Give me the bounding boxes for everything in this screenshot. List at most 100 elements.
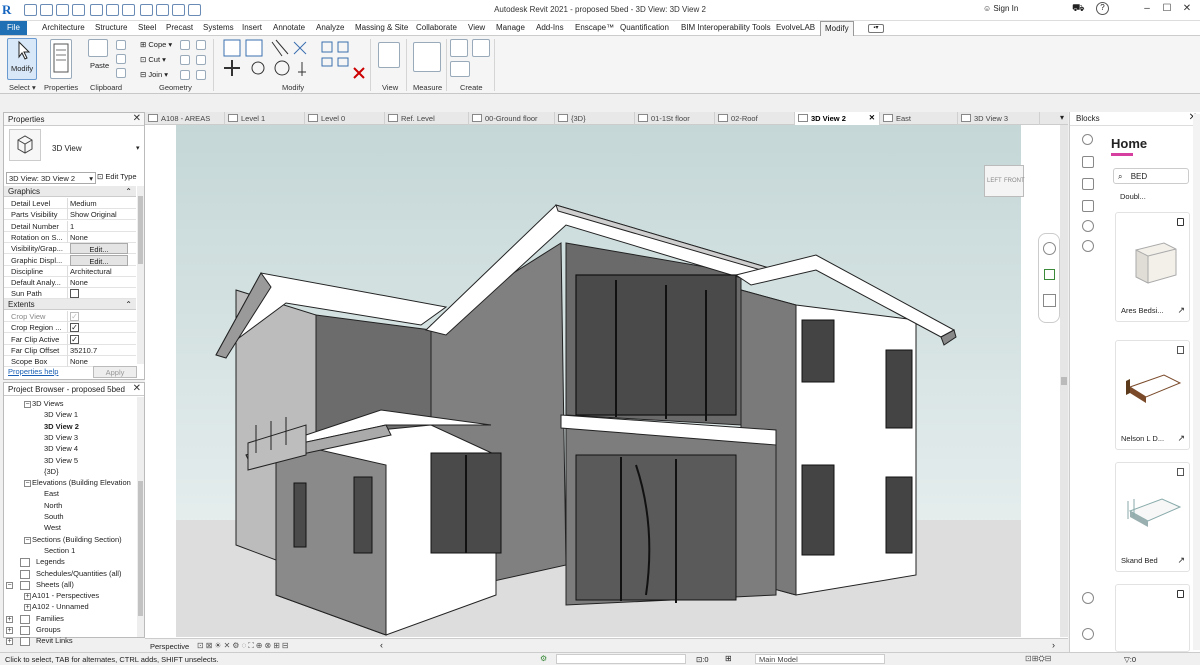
property-row[interactable]: Detail Number 1 [4, 220, 136, 232]
tab-collaborate[interactable]: Collaborate [416, 23, 457, 32]
tree-item[interactable]: 3D View 2 [44, 422, 79, 431]
history-icon[interactable] [1082, 220, 1094, 232]
wall-joins-icon[interactable] [180, 40, 190, 50]
property-value[interactable]: None [67, 277, 136, 289]
property-value[interactable]: Architectural [67, 265, 136, 277]
cope-button[interactable]: ⊞ Cope ▾ [140, 40, 172, 49]
property-row[interactable]: Discipline Architectural [4, 265, 136, 277]
property-row[interactable]: Far Clip Active ✓ [4, 333, 136, 345]
tab-precast[interactable]: Precast [166, 23, 193, 32]
cut-button[interactable]: ⊡ Cut ▾ [140, 55, 166, 64]
tab-systems[interactable]: Systems [203, 23, 234, 32]
edit-button[interactable]: Edit... [70, 254, 128, 266]
blocks-scrollbar[interactable] [1193, 114, 1200, 650]
library-icon[interactable] [1082, 178, 1094, 190]
scroll-right-icon[interactable]: › [1052, 640, 1055, 650]
block-card-ares[interactable]: Ares Bedsi... ↗ [1115, 212, 1190, 322]
property-value[interactable]: 1 [67, 220, 136, 232]
type-properties-button[interactable] [50, 39, 72, 79]
tab-enscape[interactable]: Enscape™ [575, 23, 614, 32]
view-cube-front[interactable]: FRONT [1004, 178, 1025, 184]
scroll-left-icon[interactable]: ‹ [380, 640, 383, 650]
create-assembly-icon[interactable] [450, 39, 468, 57]
sign-in-button[interactable]: ☺ Sign In [983, 4, 1018, 13]
view-tools-icon[interactable] [378, 42, 400, 68]
view-tab[interactable]: 3D View 3 [958, 112, 1040, 125]
tree-toggle-icon[interactable]: − [6, 581, 13, 589]
tab-view[interactable]: View [468, 23, 485, 32]
geometry-tool-icon[interactable] [196, 40, 206, 50]
tab-architecture[interactable]: Architecture [42, 23, 85, 32]
open-arrow-icon[interactable]: ↗ [1177, 555, 1185, 566]
orbit-icon[interactable] [1043, 294, 1056, 307]
close-icon[interactable]: ✕ [1180, 3, 1194, 17]
close-icon[interactable]: ✕ [133, 113, 141, 124]
property-row[interactable]: Crop View ✓ [4, 311, 136, 322]
ribbon-toggle-icon[interactable]: ▪▾ [868, 24, 884, 33]
tree-item[interactable]: North [44, 501, 62, 510]
tab-insert[interactable]: Insert [242, 23, 262, 32]
property-value[interactable]: None [67, 231, 136, 243]
property-row[interactable]: Default Analy... None [4, 277, 136, 289]
tree-toggle-icon[interactable]: + [6, 627, 13, 634]
view-tab[interactable]: {3D} [555, 112, 635, 125]
tab-analyze[interactable]: Analyze [316, 23, 344, 32]
notification-icon[interactable] [1082, 592, 1094, 604]
view-control-icons[interactable]: ⊡⊠☀✕⚙◌⛶⊕⊗⊞⊟ [197, 641, 291, 651]
search-input[interactable]: ⌕ BED [1113, 168, 1189, 184]
view-tab[interactable]: 00-Ground floor [469, 112, 555, 125]
cut-clipboard-icon[interactable] [116, 40, 126, 50]
paste-icon[interactable] [88, 39, 108, 57]
block-card-next[interactable] [1115, 584, 1190, 652]
tree-item[interactable]: Groups [36, 625, 61, 634]
tree-item[interactable]: Families [36, 614, 64, 623]
view-tab[interactable]: 3D View 2 ✕ [795, 112, 880, 125]
3d-view-canvas[interactable] [176, 125, 1021, 637]
tree-item[interactable]: 3D View 5 [44, 456, 78, 465]
property-row[interactable]: Detail Level Medium [4, 198, 136, 209]
match-properties-icon[interactable] [116, 68, 126, 78]
property-value[interactable]: Medium [67, 198, 136, 209]
view-tab[interactable]: Ref. Level [385, 112, 469, 125]
view-tab[interactable]: 02-Roof [715, 112, 795, 125]
tree-item[interactable]: 3D View 3 [44, 433, 78, 442]
property-row[interactable]: Visibility/Grap... Edit... [4, 243, 136, 255]
edit-type-button[interactable]: ⊡ Edit Type [97, 172, 137, 181]
tree-toggle-icon[interactable]: + [24, 604, 31, 612]
tree-toggle-icon[interactable]: − [24, 536, 31, 544]
maximize-icon[interactable]: ☐ [1160, 3, 1174, 17]
view-tab[interactable]: Level 1 [225, 112, 305, 125]
properties-scrollbar[interactable] [137, 186, 144, 364]
checkbox[interactable]: ✓ [70, 323, 79, 333]
property-value[interactable]: 35210.7 [67, 344, 136, 356]
selection-filter-icons[interactable]: ⊡⊞⛭⊟ [1025, 654, 1052, 664]
tab-massing-site[interactable]: Massing & Site [355, 23, 408, 32]
close-icon[interactable]: ✕ [133, 383, 141, 394]
editing-requests-icon[interactable]: ⊞ [725, 654, 732, 663]
view-tab[interactable]: A108 - AREAS [145, 112, 225, 125]
filter-counter[interactable]: ▽:0 [1124, 655, 1136, 664]
bookmark-icon[interactable] [1082, 200, 1094, 212]
tree-toggle-icon[interactable]: + [24, 593, 31, 601]
group-extents[interactable]: Extents ⌃ [4, 299, 136, 310]
help-icon[interactable]: ? [1096, 2, 1109, 15]
create-parts-icon[interactable] [472, 39, 490, 57]
select-panel-label[interactable]: Select ▾ [9, 83, 36, 92]
tree-item[interactable]: East [44, 489, 59, 498]
property-row[interactable]: Rotation on S... None [4, 231, 136, 243]
type-selector-chevron-icon[interactable]: ▾ [136, 144, 140, 152]
tree-toggle-icon[interactable]: + [6, 638, 13, 646]
worksets-icon[interactable]: ⚙ [540, 654, 547, 663]
tree-item[interactable]: Elevations (Building Elevation [32, 478, 131, 487]
paint-icon[interactable] [196, 55, 206, 65]
property-value[interactable]: Show Original [67, 209, 136, 221]
home-icon[interactable] [1082, 156, 1094, 168]
property-row[interactable]: Far Clip Offset 35210.7 [4, 344, 136, 356]
tree-item[interactable]: Section 1 [44, 546, 75, 555]
property-value[interactable] [67, 288, 136, 300]
tab-quantification[interactable]: Quantification [620, 23, 669, 32]
view-tab[interactable]: East [880, 112, 958, 125]
create-group-icon[interactable] [450, 61, 470, 77]
join-button[interactable]: ⊟ Join ▾ [140, 70, 168, 79]
tree-toggle-icon[interactable]: − [24, 480, 31, 488]
